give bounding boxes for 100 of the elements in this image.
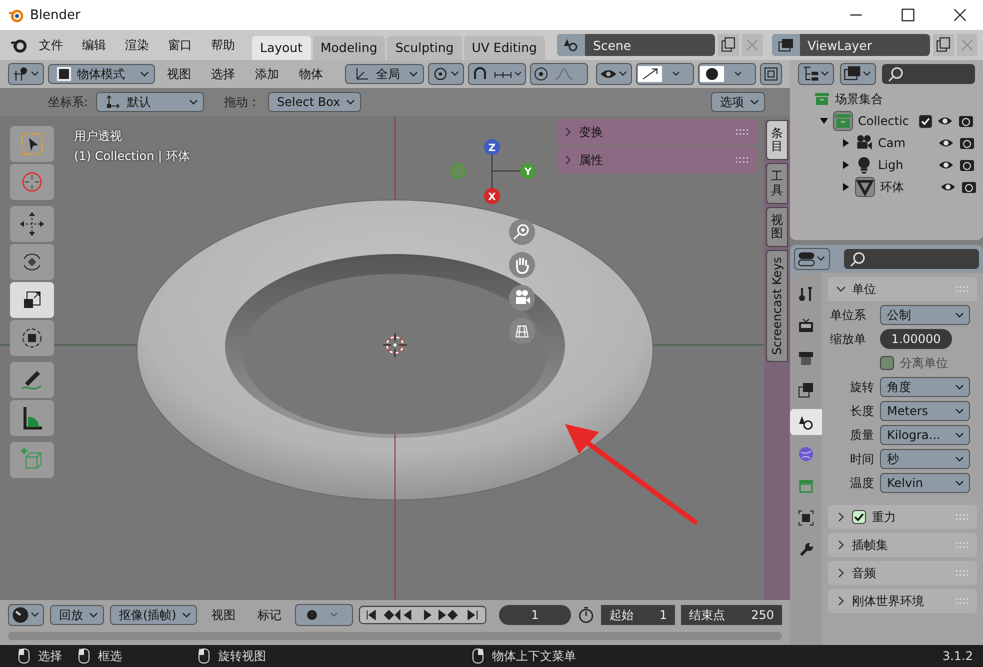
- copy-icon[interactable]: [718, 34, 739, 56]
- outliner-item[interactable]: 环体: [880, 178, 912, 196]
- scene-selector[interactable]: Scene: [556, 34, 716, 56]
- expand-arrow-icon[interactable]: [842, 183, 850, 191]
- grip-icon[interactable]: [955, 285, 969, 293]
- current-frame-field[interactable]: 1: [498, 605, 572, 625]
- move-tool-button[interactable]: [10, 206, 54, 242]
- dropdown[interactable]: 秒: [880, 449, 970, 469]
- grid-icon[interactable]: [508, 317, 536, 345]
- snap-icon[interactable]: [468, 63, 526, 85]
- proportional-edit-icon[interactable]: [530, 63, 588, 85]
- expand-arrow-icon[interactable]: [842, 161, 850, 169]
- checkbox[interactable]: [852, 510, 866, 524]
- menu-item[interactable]: 添加: [247, 66, 288, 82]
- menu-item[interactable]: 帮助: [203, 36, 243, 54]
- menu-item[interactable]: 视图: [203, 606, 244, 624]
- dropdown[interactable]: Kelvin: [880, 473, 970, 493]
- zoom-icon[interactable]: [508, 218, 536, 246]
- dropdown[interactable]: Kilogra...: [880, 425, 970, 445]
- sidebar-panel-header[interactable]: 属性: [557, 147, 757, 173]
- menu-item[interactable]: 编辑: [74, 36, 114, 54]
- axis-gizmo-drawing[interactable]: Z Y X: [448, 136, 538, 216]
- stopwatch-icon[interactable]: [577, 605, 596, 625]
- hand-icon[interactable]: [508, 251, 536, 279]
- rotate-tool-button[interactable]: [10, 244, 54, 280]
- menu-item[interactable]: 视图: [159, 66, 200, 82]
- copy-icon[interactable]: [933, 34, 954, 56]
- grip-icon[interactable]: [955, 569, 969, 577]
- options-dropdown[interactable]: 选项: [711, 92, 765, 112]
- expand-arrow-icon[interactable]: [842, 139, 850, 147]
- overlay-icon[interactable]: [698, 63, 756, 85]
- annotate-tool-button[interactable]: [10, 362, 54, 398]
- xray-icon[interactable]: [760, 63, 782, 85]
- gizmo-icon[interactable]: [636, 63, 694, 85]
- sidebar-tab[interactable]: 视图: [766, 206, 788, 248]
- grip-icon[interactable]: [735, 128, 749, 136]
- transform-tool-button[interactable]: [10, 320, 54, 356]
- sidebar-tab[interactable]: 工具: [766, 163, 788, 204]
- camera-icon[interactable]: [961, 179, 977, 195]
- editor-type-icon[interactable]: [794, 248, 830, 270]
- grip-icon[interactable]: [735, 156, 749, 164]
- mode-dropdown[interactable]: 物体模式: [48, 64, 156, 84]
- sidebar-tab[interactable]: 条目: [766, 120, 788, 160]
- start-frame-field[interactable]: 起始 1: [601, 605, 676, 625]
- pivot-icon[interactable]: [428, 63, 464, 85]
- camera-icon[interactable]: [959, 157, 975, 173]
- camera-icon[interactable]: [508, 284, 536, 312]
- editor-type-icon[interactable]: [8, 63, 44, 85]
- grip-icon[interactable]: [955, 541, 969, 549]
- checkbox[interactable]: [880, 356, 894, 370]
- dropdown[interactable]: 公制: [880, 305, 970, 325]
- panel-header[interactable]: 刚体世界环境: [828, 589, 977, 613]
- end-frame-field[interactable]: 结束点 250: [681, 605, 782, 625]
- scene-properties-tab[interactable]: [790, 409, 822, 435]
- record-icon[interactable]: [295, 604, 354, 626]
- measure-tool-button[interactable]: [10, 400, 54, 436]
- orientation-dropdown[interactable]: 全局: [345, 64, 424, 84]
- outliner-item[interactable]: 场景集合: [835, 90, 883, 108]
- image-stack-icon[interactable]: [840, 63, 876, 85]
- checkbox[interactable]: [919, 114, 932, 128]
- menu-item[interactable]: 文件: [31, 36, 71, 54]
- drag-dropdown[interactable]: Select Box: [268, 92, 362, 112]
- panel-header[interactable]: 音频: [828, 561, 977, 585]
- menu-item[interactable]: 物体: [291, 66, 332, 82]
- playback-dropdown[interactable]: 回放: [50, 605, 104, 625]
- panel-header[interactable]: 重力: [828, 505, 977, 529]
- display-mode-icon[interactable]: [798, 63, 834, 85]
- timeline-scrollbar[interactable]: [8, 632, 782, 640]
- workspace-tab[interactable]: Modeling: [312, 36, 386, 60]
- orientation-dropdown[interactable]: 默认: [96, 92, 204, 112]
- menu-item[interactable]: 标记: [249, 606, 290, 624]
- outliner-item[interactable]: Ligh: [878, 158, 910, 172]
- view-layer-selector[interactable]: ViewLayer: [772, 34, 930, 56]
- expand-arrow-icon[interactable]: [820, 117, 828, 125]
- playback-controls[interactable]: [359, 605, 487, 625]
- search-field[interactable]: [882, 64, 975, 84]
- panel-header[interactable]: 单位: [828, 277, 977, 301]
- dropdown[interactable]: 角度: [880, 377, 970, 397]
- dropdown[interactable]: Meters: [880, 401, 970, 421]
- eye-icon[interactable]: [596, 63, 632, 85]
- grip-icon[interactable]: [955, 513, 969, 521]
- number-field[interactable]: 1.00000: [880, 329, 952, 349]
- sidebar-panel-header[interactable]: 变换: [557, 119, 757, 145]
- panel-header[interactable]: 插帧集: [828, 533, 977, 557]
- outliner-item[interactable]: Cam: [878, 136, 910, 150]
- workspace-tab[interactable]: Layout: [252, 36, 310, 60]
- keying-dropdown[interactable]: 抠像(插帧): [110, 605, 198, 625]
- clock-icon[interactable]: [8, 604, 44, 626]
- outliner-item[interactable]: Collectic: [858, 114, 914, 128]
- camera-icon[interactable]: [959, 135, 975, 151]
- grip-icon[interactable]: [955, 597, 969, 605]
- menu-item[interactable]: 渲染: [117, 36, 157, 54]
- scale-tool-button[interactable]: [10, 282, 54, 318]
- select-tool-button[interactable]: [10, 126, 54, 162]
- menu-item[interactable]: 选择: [203, 66, 244, 82]
- workspace-tab[interactable]: UV Editing: [464, 36, 545, 60]
- workspace-tab[interactable]: Sculpting: [387, 36, 462, 60]
- sidebar-tab[interactable]: Screencast Keys: [766, 250, 788, 362]
- menu-item[interactable]: 窗口: [160, 36, 200, 54]
- camera-icon[interactable]: [958, 113, 974, 129]
